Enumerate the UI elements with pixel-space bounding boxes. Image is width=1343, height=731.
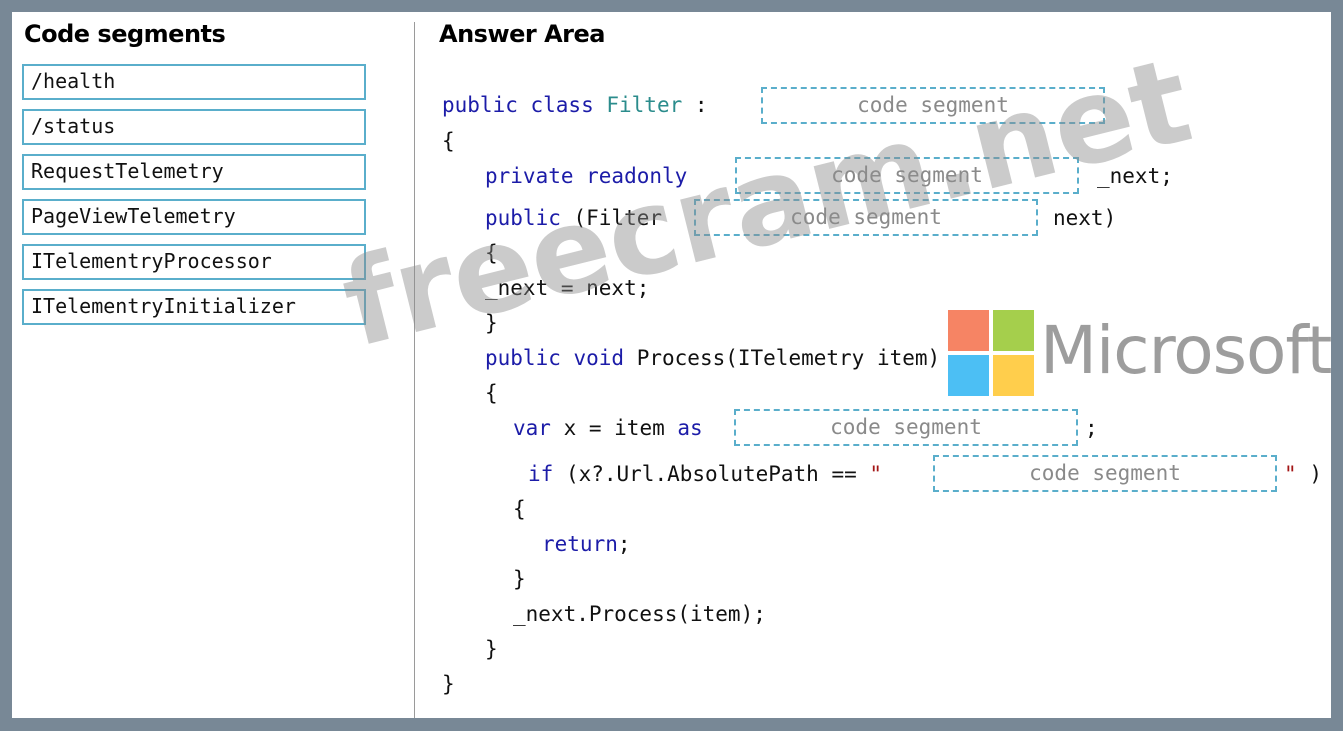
drop-target-field-type[interactable]: code segment bbox=[735, 157, 1079, 194]
code-line-return: return; bbox=[542, 532, 631, 556]
answer-area-heading: Answer Area bbox=[439, 20, 605, 48]
code-ctor-open-brace: { bbox=[485, 241, 498, 265]
code-line-process-method: public void Process(ITelemetry item) bbox=[485, 346, 941, 370]
code-if-open-brace: { bbox=[513, 497, 526, 521]
code-process-close-brace: } bbox=[485, 637, 498, 661]
question-panel: Code segments /health /status RequestTel… bbox=[12, 12, 1331, 718]
code-field-name: _next; bbox=[1097, 164, 1173, 188]
drop-target-ctor-param-type[interactable]: code segment bbox=[694, 199, 1038, 236]
code-class-close-brace: } bbox=[442, 672, 455, 696]
code-line-field-decl: private readonly bbox=[485, 164, 688, 188]
code-cast-semicolon: ; bbox=[1085, 416, 1098, 440]
drop-target-path-value[interactable]: code segment bbox=[933, 455, 1277, 492]
code-process-open-brace: { bbox=[485, 381, 498, 405]
segment-status[interactable]: /status bbox=[22, 109, 366, 145]
code-line-var-cast: var x = item as bbox=[513, 416, 703, 440]
segment-request-telemetry[interactable]: RequestTelemetry bbox=[22, 154, 366, 190]
code-line-class-decl: public class Filter : bbox=[442, 93, 708, 117]
code-line-next-process: _next.Process(item); bbox=[513, 602, 766, 626]
segment-pageview-telemetry[interactable]: PageViewTelemetry bbox=[22, 199, 366, 235]
panel-divider bbox=[414, 22, 415, 718]
segment-health[interactable]: /health bbox=[22, 64, 366, 100]
code-ctor-param-name: next) bbox=[1053, 206, 1117, 230]
code-line-open-brace: { bbox=[442, 129, 455, 153]
segment-telemetry-processor[interactable]: ITelementryProcessor bbox=[22, 244, 366, 280]
code-ctor-close-brace: } bbox=[485, 311, 498, 335]
code-line-constructor: public (Filter bbox=[485, 206, 663, 230]
code-line-if-path: if (x?.Url.AbsolutePath == " bbox=[528, 462, 883, 486]
code-ctor-assignment: _next = next; bbox=[485, 276, 650, 300]
code-segments-heading: Code segments bbox=[24, 20, 226, 48]
segment-telemetry-initializer[interactable]: ITelementryInitializer bbox=[22, 289, 366, 325]
drop-target-cast-type[interactable]: code segment bbox=[734, 409, 1078, 446]
code-if-close-brace: } bbox=[513, 567, 526, 591]
drop-target-base-class[interactable]: code segment bbox=[761, 87, 1105, 124]
code-if-close: " ) bbox=[1284, 462, 1322, 486]
code-segments-list: /health /status RequestTelemetry PageVie… bbox=[22, 64, 366, 334]
